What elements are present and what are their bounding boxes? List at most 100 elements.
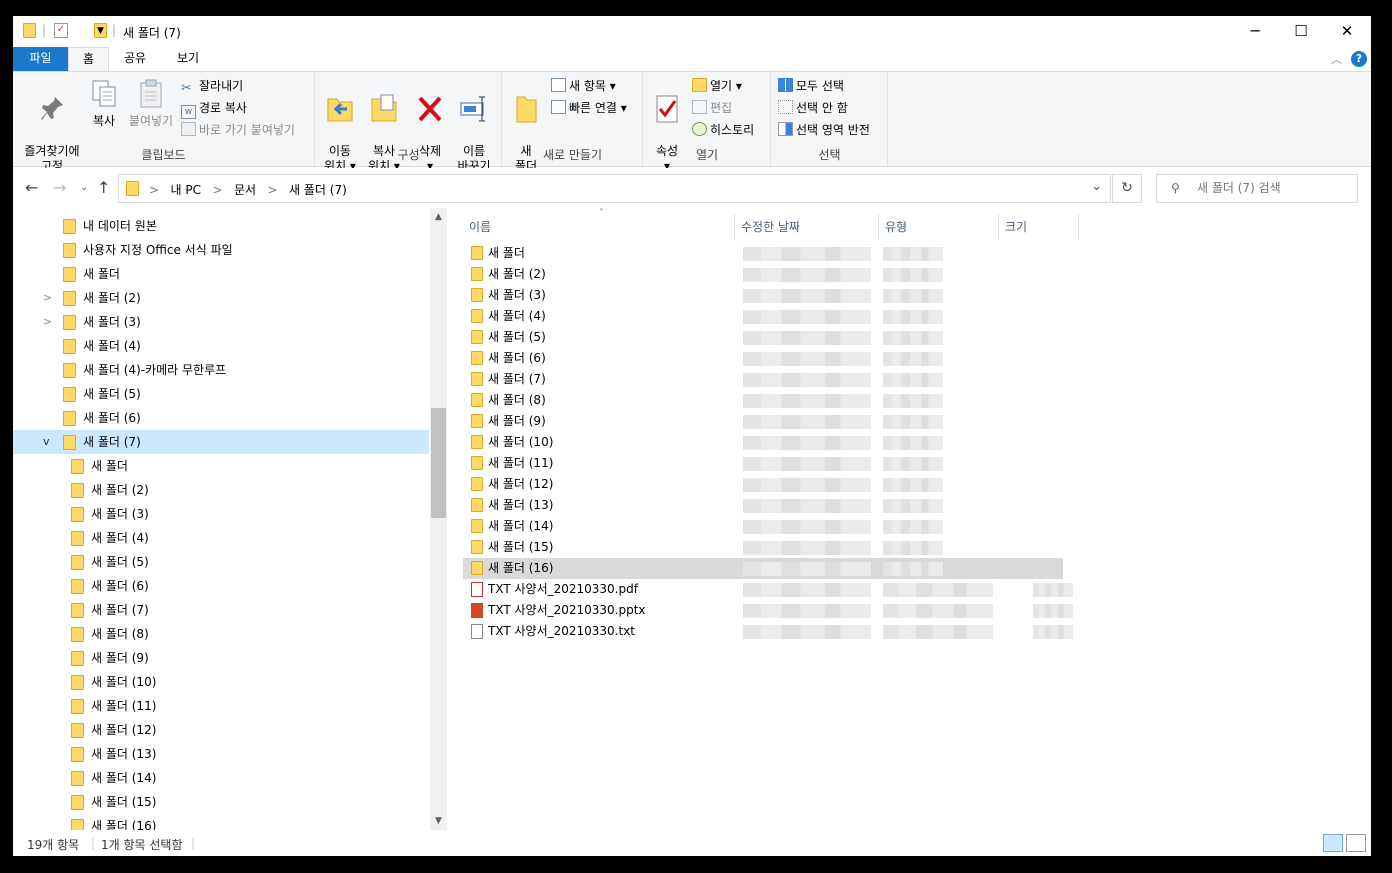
back-arrow-icon[interactable]: ←: [25, 178, 38, 197]
properties-icon: [656, 95, 678, 123]
copy-path-button[interactable]: W 경로 복사: [181, 98, 247, 119]
separator: |: [191, 836, 196, 850]
collapse-ribbon-icon[interactable]: ︿: [1331, 51, 1342, 67]
search-input[interactable]: ⚲ 새 폴더 (7) 검색: [1156, 174, 1358, 203]
close-button[interactable]: ✕: [1324, 16, 1370, 47]
open-button[interactable]: 열기 ▾: [692, 76, 742, 96]
nav-tree-item[interactable]: v 새 폴더 (7): [13, 430, 429, 454]
breadcrumb-separator: >: [212, 183, 223, 197]
tab-share[interactable]: 공유: [114, 47, 156, 71]
up-arrow-icon[interactable]: ↑: [97, 178, 110, 197]
nav-tree-item[interactable]: 새 폴더 (6): [13, 574, 429, 598]
nav-tree-label: 새 폴더 (5): [91, 555, 149, 569]
folder-icon: [471, 561, 483, 575]
nav-tree-item[interactable]: 새 폴더 (4)-카메라 무한루프: [13, 358, 429, 382]
nav-tree-item[interactable]: 새 폴더 (16): [13, 814, 429, 830]
chevron-right-icon[interactable]: >: [43, 310, 52, 334]
redacted-date: [743, 625, 871, 639]
large-icons-view-icon[interactable]: [1346, 834, 1366, 852]
nav-tree-item[interactable]: 새 폴더 (4): [13, 526, 429, 550]
minimize-button[interactable]: ─: [1232, 16, 1278, 47]
nav-tree-item[interactable]: > 새 폴더 (2): [13, 286, 429, 310]
details-view-icon[interactable]: [1323, 834, 1343, 852]
organize-group: 이동 위치 ▾ 복사 위치 ▾ 삭제 ▾ 이름 바꾸기 구성: [316, 72, 502, 173]
nav-tree-item[interactable]: 새 폴더 (7): [13, 598, 429, 622]
paste-button[interactable]: 붙여넣기: [125, 78, 177, 129]
history-button[interactable]: 히스토리: [692, 120, 754, 140]
redacted-type: [883, 415, 943, 429]
tab-file[interactable]: 파일: [13, 47, 68, 71]
sort-ascending-icon: ˄: [599, 208, 604, 219]
recent-locations-icon[interactable]: ⌄: [80, 182, 88, 193]
new-item-button[interactable]: 새 항목 ▾: [551, 76, 616, 96]
redacted-type: [883, 352, 943, 366]
select-all-button[interactable]: 모두 선택: [778, 76, 844, 96]
nav-tree-item[interactable]: 새 폴더: [13, 454, 429, 478]
nav-tree-item[interactable]: 새 폴더 (8): [13, 622, 429, 646]
nav-tree-item[interactable]: 새 폴더 (9): [13, 646, 429, 670]
folder-icon: [63, 435, 76, 450]
nav-tree-item[interactable]: 새 폴더 (15): [13, 790, 429, 814]
folder-icon: [471, 477, 483, 491]
new-group-label: 새로 만들기: [542, 148, 602, 162]
history-label: 히스토리: [710, 123, 755, 137]
help-icon[interactable]: ?: [1351, 51, 1367, 67]
breadcrumb-documents[interactable]: 문서: [234, 183, 256, 197]
nav-tree-item[interactable]: 새 폴더 (13): [13, 742, 429, 766]
scroll-down-icon[interactable]: ▼: [430, 816, 447, 826]
customize-quick-access-icon[interactable]: ▼: [97, 26, 104, 36]
nav-tree-item[interactable]: 새 폴더 (11): [13, 694, 429, 718]
nav-tree-item[interactable]: 내 데이터 원본: [13, 214, 429, 238]
file-name: 새 폴더 (5): [488, 330, 546, 344]
nav-tree-item[interactable]: 새 폴더 (5): [13, 550, 429, 574]
nav-tree-item[interactable]: 사용자 지정 Office 서식 파일: [13, 238, 429, 262]
chevron-down-icon[interactable]: v: [43, 430, 50, 454]
scroll-up-icon[interactable]: ▲: [430, 212, 447, 222]
maximize-button[interactable]: ☐: [1278, 16, 1324, 47]
window-title: 새 폴더 (7): [123, 26, 181, 40]
nav-tree-label: 새 폴더 (15): [91, 795, 157, 809]
folder-icon: [63, 315, 76, 330]
paste-shortcut-label: 바로 가기 붙여넣기: [199, 123, 295, 137]
column-header-date[interactable]: 수정한 날짜: [735, 214, 879, 240]
select-none-button[interactable]: 선택 안 함: [778, 98, 848, 118]
nav-tree-item[interactable]: 새 폴더 (6): [13, 406, 429, 430]
nav-tree-item[interactable]: 새 폴더 (10): [13, 670, 429, 694]
breadcrumb-my-pc[interactable]: 내 PC: [171, 183, 201, 197]
nav-tree-item[interactable]: 새 폴더 (4): [13, 334, 429, 358]
chevron-right-icon[interactable]: >: [43, 286, 52, 310]
nav-tree-label: 새 폴더 (3): [83, 315, 141, 329]
nav-scrollbar[interactable]: ▲ ▼: [430, 208, 447, 830]
cut-button[interactable]: ✂ 잘라내기: [181, 76, 243, 96]
address-box[interactable]: > 내 PC > 문서 > 새 폴더 (7) ⌄: [118, 174, 1111, 203]
nav-tree-item[interactable]: > 새 폴더 (3): [13, 310, 429, 334]
paste-shortcut-button[interactable]: 바로 가기 붙여넣기: [181, 120, 295, 140]
column-header-type[interactable]: 유형: [879, 214, 999, 240]
paste-shortcut-icon: [181, 122, 196, 136]
properties-quick-icon[interactable]: ✓: [54, 23, 68, 38]
nav-tree-item[interactable]: 새 폴더 (12): [13, 718, 429, 742]
easy-access-button[interactable]: 빠른 연결 ▾: [551, 98, 627, 118]
nav-tree-item[interactable]: 새 폴더 (14): [13, 766, 429, 790]
redacted-date: [743, 436, 871, 450]
delete-x-icon: [418, 96, 442, 122]
tab-home[interactable]: 홈: [68, 47, 109, 71]
refresh-button[interactable]: ↻: [1112, 174, 1142, 203]
selected-count: 1개 항목 선택함: [101, 838, 183, 852]
nav-tree-item[interactable]: 새 폴더: [13, 262, 429, 286]
address-dropdown-icon[interactable]: ⌄: [1091, 179, 1102, 194]
edit-button[interactable]: 편집: [692, 98, 732, 118]
copy-button[interactable]: 복사: [87, 78, 121, 129]
folder-icon: [471, 351, 483, 365]
breadcrumb-current[interactable]: 새 폴더 (7): [289, 183, 347, 197]
nav-tree-item[interactable]: 새 폴더 (5): [13, 382, 429, 406]
nav-tree-label: 새 폴더 (8): [91, 627, 149, 641]
forward-arrow-icon[interactable]: →: [53, 178, 66, 197]
folder-icon: [471, 393, 483, 407]
scroll-thumb[interactable]: [431, 408, 446, 518]
tab-view[interactable]: 보기: [166, 47, 210, 71]
column-header-size[interactable]: 크기: [999, 214, 1079, 240]
nav-tree-item[interactable]: 새 폴더 (2): [13, 478, 429, 502]
invert-selection-button[interactable]: 선택 영역 반전: [778, 120, 870, 140]
nav-tree-item[interactable]: 새 폴더 (3): [13, 502, 429, 526]
